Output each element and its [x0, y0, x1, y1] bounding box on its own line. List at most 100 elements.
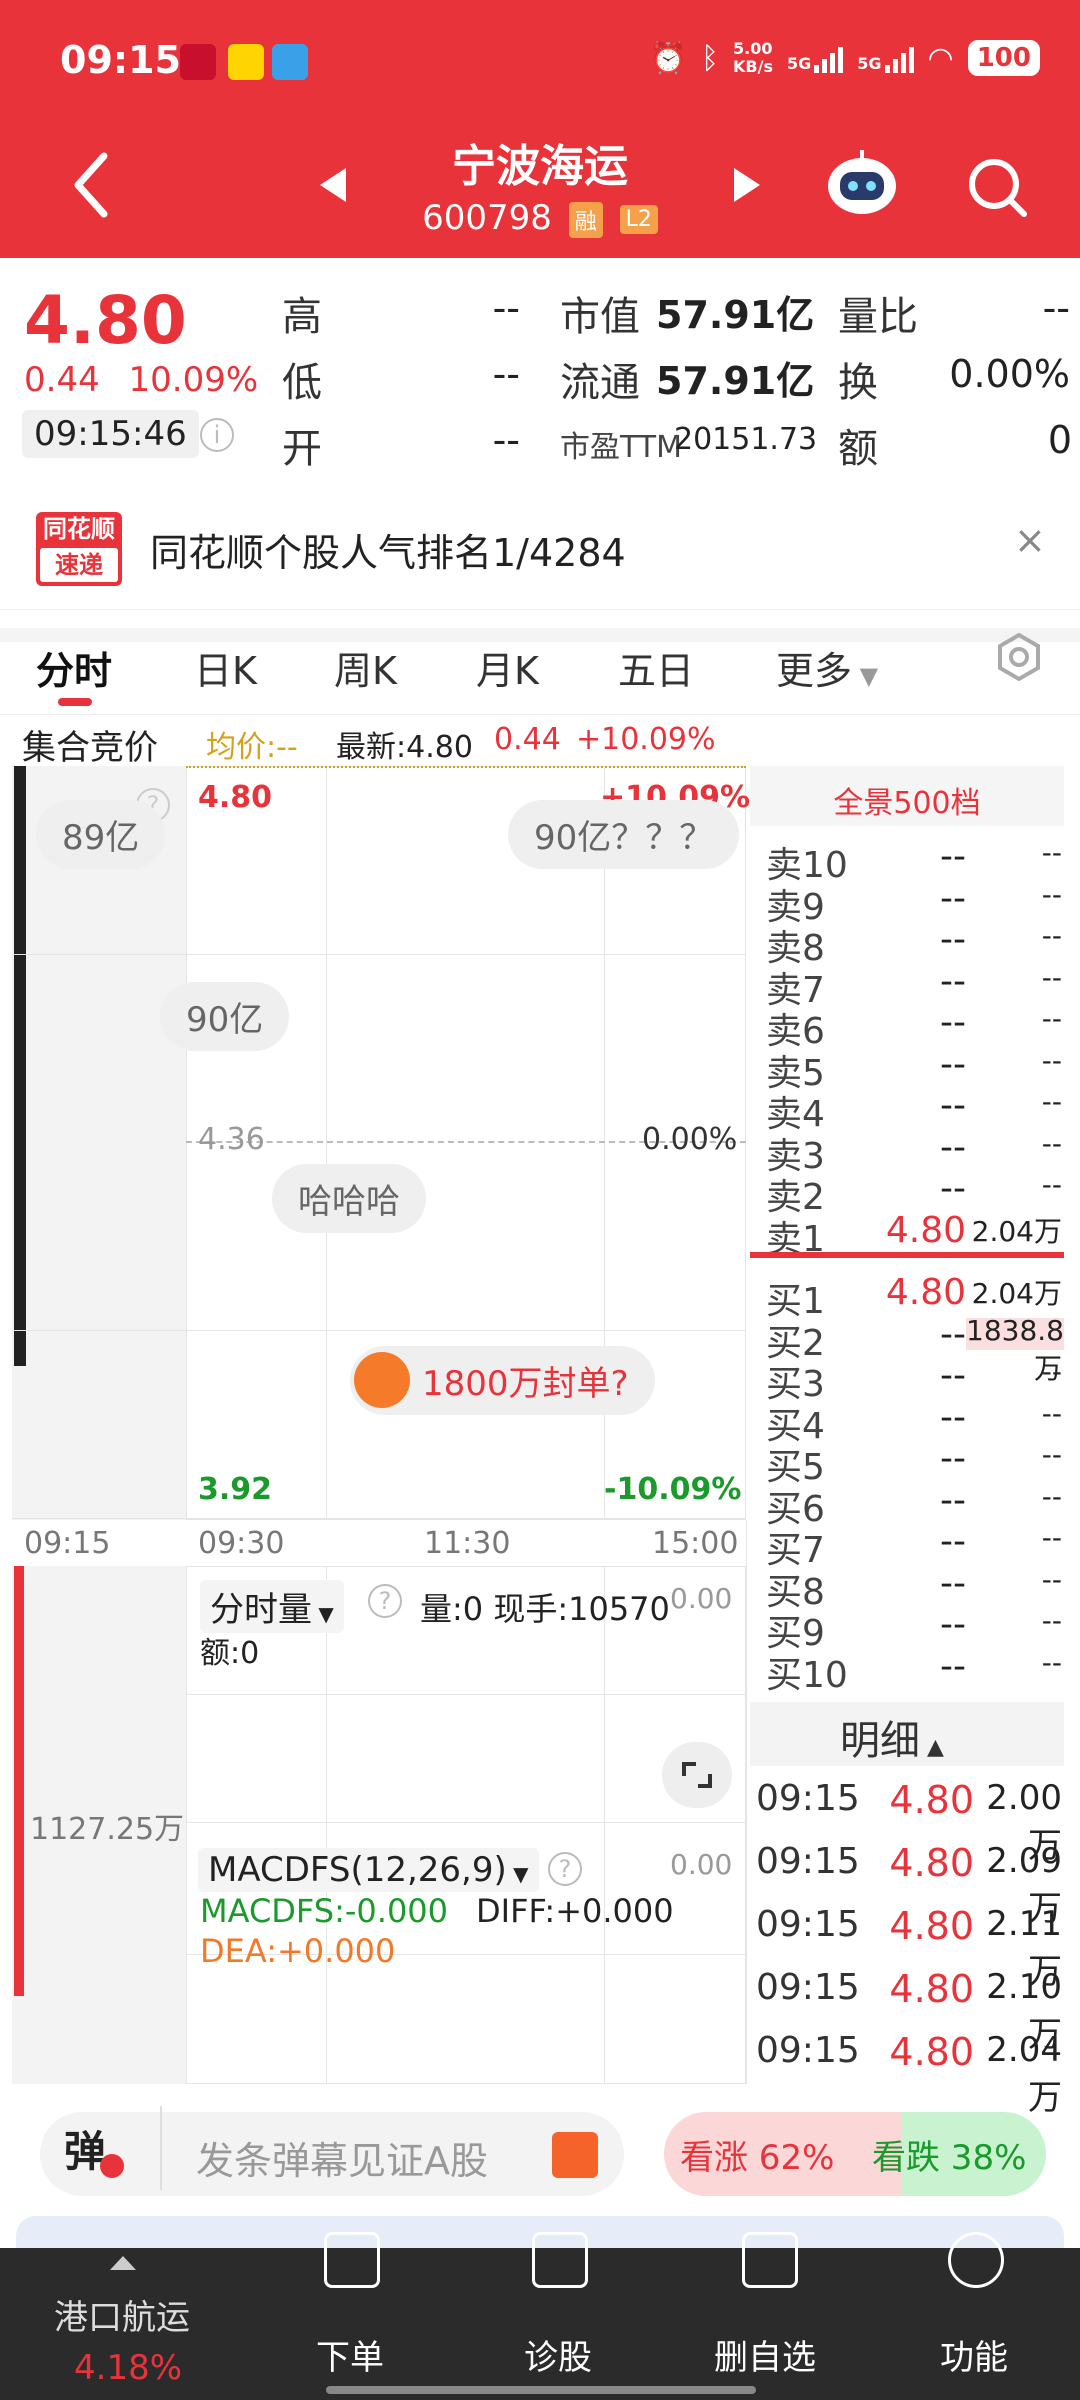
grid-line — [186, 1822, 746, 1823]
mktcap-value: 57.91亿 — [656, 293, 815, 337]
trade-row: 09:15 4.80 2.09万 — [756, 1841, 1062, 1929]
volratio-value: -- — [1042, 286, 1070, 330]
bid-vol: -- — [1041, 1521, 1062, 1554]
bid-price: -- — [940, 1479, 966, 1521]
trade-price: 4.80 — [889, 2030, 974, 2074]
chart-tabs — [0, 628, 1080, 714]
macd-selector[interactable]: MACDFS(12,26,9) ▼ — [198, 1848, 539, 1892]
bid-price: -- — [940, 1438, 966, 1479]
bid-row[interactable]: 买10 -- -- — [766, 1645, 1066, 1696]
volume-left-value: 1127.25万 — [30, 1812, 185, 1847]
status-icons: ⏰ ᛒ 5.00 KB/s 5G 5G ◠ 100 — [650, 40, 1040, 76]
signal-icon: 5G — [787, 43, 844, 73]
bid-label: 买10 — [766, 1654, 848, 1696]
ask-price: -- — [940, 1043, 966, 1085]
ask-row[interactable]: 卖3 -- -- — [766, 1127, 1066, 1177]
bid-row[interactable]: 买2 -- 1838.8万 — [766, 1314, 1066, 1385]
trade-row: 09:15 4.80 2.00万 — [756, 1778, 1062, 1866]
bid-row[interactable]: 买9 -- -- — [766, 1604, 1066, 1654]
caret-down-icon: ▼ — [852, 662, 879, 690]
ths-logo: 同花顺 速递 — [36, 512, 122, 586]
nav-diagnose[interactable]: 诊股 — [524, 2330, 592, 2379]
ask-row[interactable]: 卖2 -- -- — [766, 1168, 1066, 1218]
help-icon[interactable]: ? — [548, 1852, 582, 1886]
ask-vol: -- — [1041, 960, 1062, 994]
latest-change: 0.44 — [494, 722, 561, 757]
status-time: 09:15 — [60, 38, 181, 82]
tab-five-day[interactable]: 五日 — [618, 640, 694, 695]
ask-price: -- — [940, 919, 966, 960]
app-notification-icon — [228, 44, 264, 80]
bid-vol: -- — [1041, 1604, 1062, 1637]
ask-row[interactable]: 卖6 -- -- — [766, 1002, 1066, 1052]
trade-time: 09:15 — [756, 1904, 860, 1945]
order-icon — [324, 2232, 380, 2288]
close-icon[interactable]: × — [1014, 518, 1046, 562]
ask-price: -- — [940, 1002, 966, 1043]
pe-label: 市盈TTM — [560, 430, 683, 465]
info-icon[interactable]: i — [200, 418, 234, 452]
macdfs-value: MACDFS:-0.000 — [200, 1892, 449, 1930]
auction-label: 集合竞价 — [22, 728, 158, 768]
tab-daily-k[interactable]: 日K — [194, 640, 257, 695]
nav-functions[interactable]: 功能 — [940, 2330, 1008, 2379]
robot-assistant-button[interactable] — [826, 146, 898, 216]
bid-row[interactable]: 买3 -- -- — [766, 1355, 1066, 1405]
axis-mid-price: 4.36 — [198, 1122, 265, 1157]
tab-monthly-k[interactable]: 月K — [476, 640, 539, 695]
bid-row[interactable]: 买6 -- -- — [766, 1479, 1066, 1530]
gift-icon[interactable] — [552, 2132, 598, 2178]
detail-title: 明细 ▲ — [840, 1718, 944, 1764]
ask-price: -- — [940, 1085, 966, 1126]
bullish-button[interactable]: 看涨 62% — [680, 2130, 834, 2179]
bearish-button[interactable]: 看跌 38% — [872, 2130, 1026, 2179]
sector-name[interactable]: 港口航运 — [54, 2290, 190, 2339]
bid-row[interactable]: 买1 4.80 2.04万 — [766, 1272, 1066, 1322]
price-change: 0.44 10.09% — [24, 360, 259, 400]
margin-tag: 融 — [568, 201, 603, 238]
ask-row[interactable]: 卖4 -- -- — [766, 1085, 1066, 1135]
ask-row[interactable]: 卖5 -- -- — [766, 1043, 1066, 1094]
nav-order[interactable]: 下单 — [316, 2330, 384, 2379]
danmu-placeholder: 发条弹幕见证A股 — [196, 2139, 488, 2183]
ask-row[interactable]: 卖8 -- -- — [766, 919, 1066, 969]
tab-more[interactable]: 更多 ▼ — [776, 640, 878, 695]
time-label: 09:30 — [198, 1526, 285, 1561]
volume-selector[interactable]: 分时量 ▼ — [200, 1580, 344, 1633]
trade-time: 09:15 — [756, 1841, 860, 1882]
time-label: 11:30 — [424, 1526, 511, 1561]
expand-icon — [682, 1762, 712, 1788]
bid-row[interactable]: 买4 -- -- — [766, 1397, 1066, 1447]
bid-price: -- — [940, 1645, 966, 1687]
grid-line — [12, 954, 746, 955]
bid-row[interactable]: 买5 -- -- — [766, 1438, 1066, 1488]
bid-row[interactable]: 买7 -- -- — [766, 1521, 1066, 1571]
trade-row: 09:15 4.80 2.11万 — [756, 1904, 1062, 1992]
ask-vol: -- — [1041, 1085, 1062, 1118]
wifi-icon: ◠ — [927, 40, 954, 76]
next-stock-button[interactable] — [732, 166, 762, 208]
grid-line — [12, 1518, 746, 1519]
ask-row[interactable]: 卖10 -- -- — [766, 836, 1066, 886]
ask-row[interactable]: 卖7 -- -- — [766, 960, 1066, 1011]
volume-axis-value: 0.00 — [670, 1582, 733, 1615]
nav-remove-watchlist[interactable]: 删自选 — [714, 2330, 816, 2379]
fullscreen-button[interactable] — [662, 1742, 732, 1808]
bid-row[interactable]: 买8 -- -- — [766, 1563, 1066, 1613]
settings-button[interactable] — [994, 632, 1044, 686]
net-speed: 5.00 KB/s — [733, 39, 773, 76]
ask-row[interactable]: 卖1 4.80 2.04万 — [766, 1210, 1066, 1260]
latest-price-label: 最新:4.80 — [336, 730, 473, 765]
tab-intraday[interactable]: 分时 — [36, 640, 112, 695]
bid-vol: 2.04万 — [971, 1277, 1062, 1310]
search-button[interactable] — [966, 156, 1030, 224]
latest-pct: +10.09% — [576, 722, 716, 757]
danmu-bubble: 89亿 — [36, 800, 166, 869]
triangle-right-icon — [734, 168, 760, 202]
trade-price: 4.80 — [889, 1778, 974, 1822]
bid-vol: -- — [1041, 1438, 1062, 1471]
ask-row[interactable]: 卖9 -- -- — [766, 878, 1066, 928]
tab-weekly-k[interactable]: 周K — [334, 640, 397, 695]
help-icon[interactable]: ? — [368, 1584, 402, 1618]
bid-price: -- — [940, 1521, 966, 1562]
